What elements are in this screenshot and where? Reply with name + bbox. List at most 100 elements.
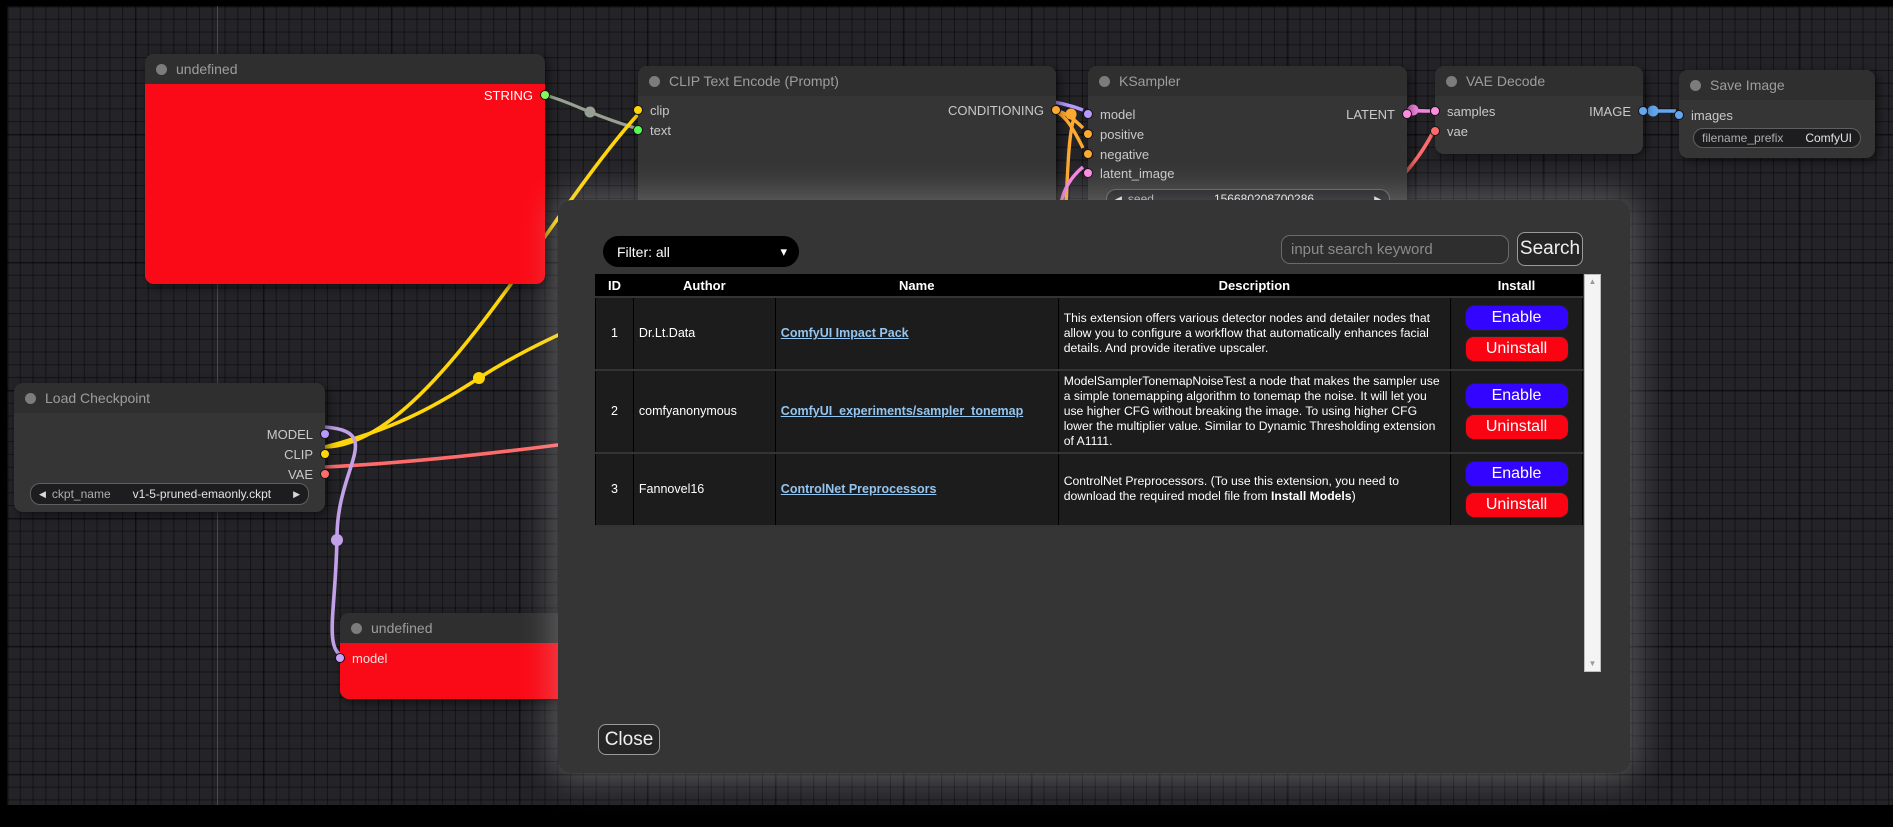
cell-description: This extension offers various detector n…: [1058, 297, 1450, 370]
input-label: text: [650, 123, 671, 138]
node-titlebar[interactable]: CLIP Text Encode (Prompt): [638, 66, 1056, 96]
col-header-description: Description: [1058, 275, 1450, 297]
widget-label: ckpt_name: [52, 487, 111, 501]
cell-author: Fannovel16: [633, 453, 775, 526]
input-port-latent-image[interactable]: [1083, 168, 1093, 178]
input-port-model[interactable]: [1083, 109, 1093, 119]
decrement-arrow-icon[interactable]: ◀: [39, 489, 46, 500]
collapse-dot-icon[interactable]: [351, 623, 362, 634]
vertical-scrollbar[interactable]: ▲ ▼: [1584, 274, 1601, 672]
uninstall-button[interactable]: Uninstall: [1465, 492, 1569, 518]
cell-description: ModelSamplerTonemapNoiseTest a node that…: [1058, 370, 1450, 453]
collapse-dot-icon[interactable]: [25, 393, 36, 404]
output-label: MODEL: [267, 427, 313, 442]
extension-link[interactable]: ControlNet Preprocessors: [781, 482, 937, 496]
input-label: vae: [1447, 124, 1468, 139]
input-port-samples[interactable]: [1430, 106, 1440, 116]
enable-button[interactable]: Enable: [1465, 383, 1569, 409]
collapse-dot-icon[interactable]: [156, 64, 167, 75]
cell-id: 3: [596, 453, 634, 526]
node-vae-decode[interactable]: VAE Decode samples vae IMAGE: [1435, 66, 1643, 154]
collapse-dot-icon[interactable]: [649, 76, 660, 87]
node-title: Save Image: [1710, 77, 1785, 93]
output-label: STRING: [484, 88, 533, 103]
wire-dot-cond[interactable]: [1066, 109, 1077, 120]
input-port-text[interactable]: [633, 125, 643, 135]
output-port-clip[interactable]: [320, 449, 330, 459]
table-header-row: ID Author Name Description Install: [596, 275, 1583, 297]
enable-button[interactable]: Enable: [1465, 305, 1569, 331]
search-button[interactable]: Search: [1517, 232, 1583, 266]
output-port-model[interactable]: [320, 429, 330, 439]
cell-id: 1: [596, 297, 634, 370]
node-titlebar[interactable]: Load Checkpoint: [14, 383, 325, 413]
node-save-image[interactable]: Save Image images filename_prefix ComfyU…: [1679, 70, 1875, 158]
extension-link[interactable]: ComfyUI Impact Pack: [781, 326, 909, 340]
increment-arrow-icon[interactable]: ▶: [293, 489, 300, 500]
col-header-author: Author: [633, 275, 775, 297]
wire-dot-clip[interactable]: [473, 372, 485, 384]
extension-link[interactable]: ComfyUI_experiments/sampler_tonemap: [781, 404, 1023, 418]
chevron-down-icon: ▾: [780, 244, 787, 260]
input-port-images[interactable]: [1674, 110, 1684, 120]
filename-prefix-widget[interactable]: filename_prefix ComfyUI: [1693, 128, 1861, 148]
ckpt-name-widget[interactable]: ◀ ckpt_name v1-5-pruned-emaonly.ckpt ▶: [30, 483, 309, 505]
output-port-conditioning[interactable]: [1051, 105, 1061, 115]
collapse-dot-icon[interactable]: [1690, 80, 1701, 91]
input-label: clip: [650, 103, 670, 118]
collapse-dot-icon[interactable]: [1446, 76, 1457, 87]
node-titlebar[interactable]: Save Image: [1679, 70, 1875, 100]
extension-manager-modal: Filter: all ▾ Search ID Author Name Desc…: [558, 200, 1630, 773]
uninstall-button[interactable]: Uninstall: [1465, 336, 1569, 362]
node-title: KSampler: [1119, 73, 1180, 89]
node-titlebar[interactable]: KSampler: [1088, 66, 1407, 96]
input-label: samples: [1447, 104, 1495, 119]
input-port-clip[interactable]: [633, 105, 643, 115]
table-row: 1 Dr.Lt.Data ComfyUI Impact Pack This ex…: [596, 297, 1583, 370]
col-header-install: Install: [1451, 275, 1583, 297]
collapse-dot-icon[interactable]: [1099, 76, 1110, 87]
wire-latent-image[interactable]: [1061, 167, 1083, 203]
node-title: undefined: [176, 61, 238, 77]
col-header-id: ID: [596, 275, 634, 297]
cell-id: 2: [596, 370, 634, 453]
node-ksampler[interactable]: KSampler model positive negative latent_…: [1088, 66, 1407, 212]
output-label: LATENT: [1346, 107, 1395, 122]
input-port-vae[interactable]: [1430, 126, 1440, 136]
input-label: latent_image: [1100, 166, 1174, 181]
ckpt-name-value[interactable]: v1-5-pruned-emaonly.ckpt: [133, 487, 272, 501]
output-label: IMAGE: [1589, 104, 1631, 119]
wire-dot-model[interactable]: [331, 534, 343, 546]
node-load-checkpoint[interactable]: Load Checkpoint MODEL CLIP VAE ◀ ckpt_na…: [14, 383, 325, 512]
node-titlebar[interactable]: VAE Decode: [1435, 66, 1643, 96]
filter-selected-value: Filter: all: [617, 244, 670, 260]
scroll-down-icon[interactable]: ▼: [1589, 657, 1597, 671]
cell-author: Dr.Lt.Data: [633, 297, 775, 370]
filename-prefix-value[interactable]: ComfyUI: [1805, 131, 1852, 145]
scroll-up-icon[interactable]: ▲: [1589, 275, 1597, 289]
node-title: CLIP Text Encode (Prompt): [669, 73, 839, 89]
node-title: undefined: [371, 620, 433, 636]
output-port-string[interactable]: [540, 90, 550, 100]
input-label: model: [352, 651, 387, 666]
output-port-latent[interactable]: [1402, 109, 1412, 119]
extension-list-area: ID Author Name Description Install 1 Dr.…: [595, 274, 1601, 672]
filter-select[interactable]: Filter: all ▾: [603, 236, 799, 267]
wire-dot-image[interactable]: [1648, 106, 1659, 117]
input-port-positive[interactable]: [1083, 129, 1093, 139]
table-row: 2 comfyanonymous ComfyUI_experiments/sam…: [596, 370, 1583, 453]
uninstall-button[interactable]: Uninstall: [1465, 414, 1569, 440]
node-undefined-top[interactable]: undefined STRING: [145, 54, 545, 284]
output-port-vae[interactable]: [320, 469, 330, 479]
output-label: CLIP: [284, 447, 313, 462]
input-port-model[interactable]: [335, 653, 345, 663]
col-header-name: Name: [775, 275, 1058, 297]
input-port-negative[interactable]: [1083, 149, 1093, 159]
wire-dot-string[interactable]: [585, 107, 596, 118]
node-titlebar[interactable]: undefined: [145, 54, 545, 84]
close-button[interactable]: Close: [598, 724, 660, 755]
enable-button[interactable]: Enable: [1465, 461, 1569, 487]
search-input[interactable]: [1281, 235, 1509, 264]
output-label: CONDITIONING: [948, 103, 1044, 118]
output-port-image[interactable]: [1638, 106, 1648, 116]
